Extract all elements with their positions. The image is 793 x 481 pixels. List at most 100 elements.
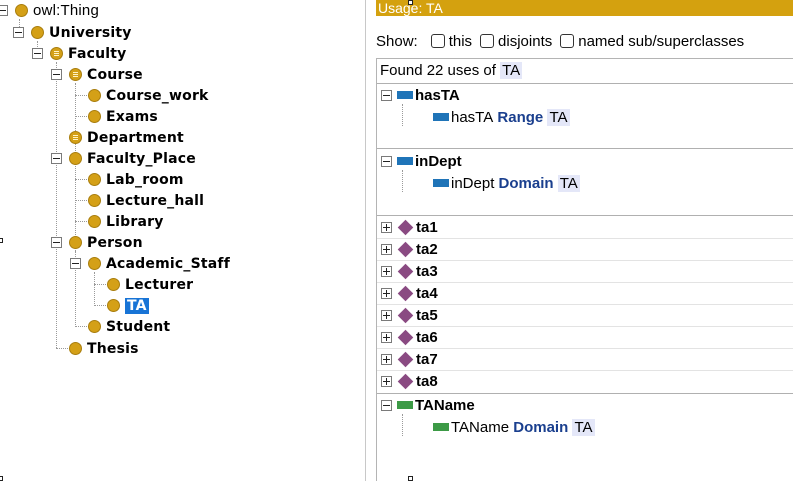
- resize-handle[interactable]: [0, 476, 3, 481]
- individual-name: ta2: [416, 240, 438, 258]
- tree-node-label: University: [49, 24, 132, 41]
- tree-node-person[interactable]: Person: [51, 232, 143, 253]
- collapse-toggle[interactable]: [51, 237, 62, 248]
- class-icon: [88, 110, 101, 123]
- class-icon: [88, 194, 101, 207]
- collapse-toggle[interactable]: [381, 89, 392, 101]
- collapse-toggle[interactable]: [32, 48, 43, 59]
- tree-node-owl-thing[interactable]: owl:Thing: [0, 0, 99, 21]
- checkbox-box[interactable]: [430, 34, 445, 48]
- individual-row-ta7[interactable]: ta7: [381, 349, 438, 369]
- tree-node-university[interactable]: University: [13, 22, 132, 43]
- expand-toggle[interactable]: [381, 243, 392, 255]
- tree-node-label: Department: [87, 129, 184, 146]
- individual-name: ta4: [416, 284, 438, 302]
- collapse-toggle[interactable]: [51, 69, 62, 80]
- collapse-toggle[interactable]: [381, 399, 392, 411]
- tree-node-label: Course: [87, 66, 143, 83]
- object-property-icon: [397, 157, 413, 165]
- checkbox-box[interactable]: [480, 34, 495, 48]
- class-icon: [107, 278, 120, 291]
- individual-row-ta5[interactable]: ta5: [381, 305, 438, 325]
- individual-row-ta1[interactable]: ta1: [381, 217, 438, 237]
- expand-toggle[interactable]: [381, 265, 392, 277]
- individual-row-ta4[interactable]: ta4: [381, 283, 438, 303]
- class-icon: [88, 215, 101, 228]
- class-icon: [69, 236, 82, 249]
- tree-connector: [56, 62, 57, 348]
- filter-disjoints-checkbox[interactable]: disjoints: [480, 33, 552, 50]
- class-icon: [69, 152, 82, 165]
- tree-connector: [402, 170, 403, 192]
- collapse-toggle[interactable]: [381, 155, 392, 167]
- expand-toggle[interactable]: [381, 287, 392, 299]
- expand-toggle[interactable]: [381, 375, 392, 387]
- tree-node-label: Lecturer: [125, 276, 194, 293]
- expand-toggle[interactable]: [381, 331, 392, 343]
- row-divider: [377, 282, 793, 283]
- expand-toggle[interactable]: [381, 309, 392, 321]
- collapse-toggle[interactable]: [0, 5, 8, 16]
- entity-highlight: TA: [547, 108, 570, 126]
- usage-axiom-row[interactable]: hasTA Range TA: [433, 107, 570, 127]
- axiom-subject: inDept: [451, 174, 495, 192]
- tree-connector: [94, 272, 95, 306]
- tree-node-student[interactable]: Student: [88, 316, 170, 337]
- tree-node-course[interactable]: Course: [51, 64, 143, 85]
- usage-axiom-row[interactable]: inDept Domain TA: [433, 173, 580, 193]
- resize-handle[interactable]: [0, 238, 3, 243]
- individual-row-ta6[interactable]: ta6: [381, 327, 438, 347]
- row-divider: [377, 238, 793, 239]
- tree-node-library[interactable]: Library: [88, 211, 164, 232]
- checkbox-label: this: [448, 32, 473, 50]
- checkbox-box[interactable]: [560, 34, 575, 48]
- class-icon: [88, 173, 101, 186]
- tree-node-faculty[interactable]: Faculty: [32, 43, 126, 64]
- property-name: inDept: [415, 152, 462, 170]
- tree-node-lecturer[interactable]: Lecturer: [107, 274, 193, 295]
- usage-group-header[interactable]: TAName: [381, 395, 475, 415]
- tree-node-label: Library: [106, 213, 164, 230]
- filter-this-checkbox[interactable]: this: [430, 32, 473, 50]
- collapse-toggle[interactable]: [13, 27, 24, 38]
- axiom-keyword: Domain: [513, 418, 569, 436]
- individual-row-ta8[interactable]: ta8: [381, 371, 438, 391]
- show-label: Show:: [376, 32, 418, 50]
- object-property-icon: [397, 91, 413, 99]
- tree-node-thesis[interactable]: Thesis: [69, 338, 139, 359]
- tree-node-department[interactable]: Department: [69, 127, 184, 148]
- individual-icon: [397, 329, 414, 345]
- tree-connector: [75, 326, 87, 327]
- class-icon: [69, 342, 82, 355]
- individual-icon: [397, 351, 414, 367]
- class-hierarchy-panel[interactable]: owl:Thing University Faculty Course Cour…: [0, 0, 366, 481]
- individual-row-ta2[interactable]: ta2: [381, 239, 438, 259]
- usage-group-header[interactable]: inDept: [381, 151, 462, 171]
- tree-node-academic-staff[interactable]: Academic_Staff: [70, 253, 230, 274]
- resize-handle[interactable]: [408, 0, 413, 5]
- collapse-toggle[interactable]: [70, 258, 81, 269]
- tree-node-label-selected: TA: [125, 297, 149, 314]
- individual-row-ta3[interactable]: ta3: [381, 261, 438, 281]
- usage-group-header[interactable]: hasTA: [381, 85, 460, 105]
- usage-filter-bar: Show: this disjoints named sub/superclas…: [376, 30, 793, 52]
- expand-toggle[interactable]: [381, 221, 392, 233]
- usage-list[interactable]: Found 22 uses of TA hasTA hasTA Range TA…: [376, 58, 793, 481]
- checkbox-label: named sub/superclasses: [578, 32, 745, 50]
- individual-name: ta7: [416, 350, 438, 368]
- expand-toggle[interactable]: [381, 353, 392, 365]
- tree-node-lab-room[interactable]: Lab_room: [88, 169, 184, 190]
- tree-node-ta[interactable]: TA: [107, 295, 149, 316]
- tree-node-exams[interactable]: Exams: [88, 106, 158, 127]
- tree-connector: [94, 305, 106, 306]
- individual-icon: [397, 373, 414, 389]
- checkbox-label: disjoints: [498, 32, 553, 50]
- usage-axiom-row[interactable]: TAName Domain TA: [433, 417, 595, 437]
- collapse-toggle[interactable]: [51, 153, 62, 164]
- filter-named-sub-superclasses-checkbox[interactable]: named sub/superclasses: [560, 33, 744, 50]
- tree-node-lecture-hall[interactable]: Lecture_hall: [88, 190, 204, 211]
- tree-node-faculty-place[interactable]: Faculty_Place: [51, 148, 196, 169]
- individual-name: ta3: [416, 262, 438, 280]
- tree-node-course-work[interactable]: Course_work: [88, 85, 209, 106]
- data-property-icon: [433, 423, 449, 431]
